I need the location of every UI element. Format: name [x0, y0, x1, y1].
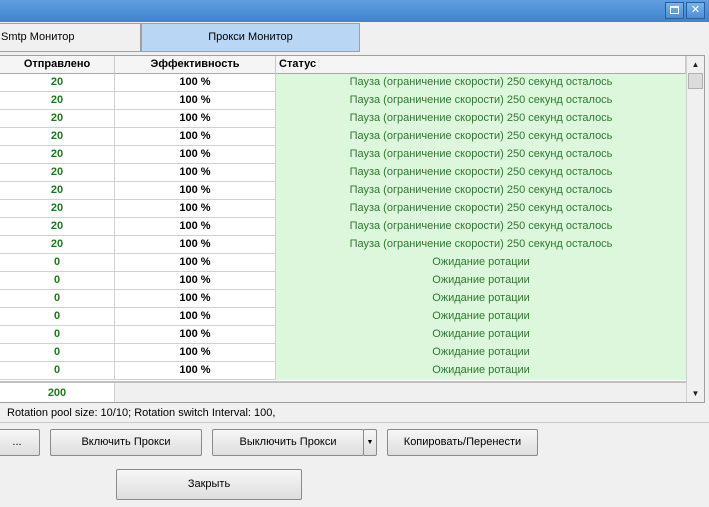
sent-cell: 20: [0, 182, 115, 200]
vertical-scrollbar[interactable]: ▲ ▼: [686, 56, 704, 402]
status-cell: Ожидание ротации: [276, 362, 686, 380]
table-row[interactable]: 0 100 % Ожидание ротации: [0, 344, 686, 362]
sent-cell: 20: [0, 74, 115, 92]
efficiency-cell: 100 %: [115, 110, 276, 128]
efficiency-cell: 100 %: [115, 290, 276, 308]
efficiency-cell: 100 %: [115, 362, 276, 380]
tab-bar: Smtp Монитор Прокси Монитор: [0, 22, 709, 54]
tab-proxy-monitor[interactable]: Прокси Монитор: [141, 23, 360, 52]
status-cell: Ожидание ротации: [276, 308, 686, 326]
disable-proxy-button[interactable]: Выключить Прокси: [212, 429, 364, 456]
table-row[interactable]: 20 100 % Пауза (ограничение скорости) 250 …: [0, 74, 686, 92]
table-row[interactable]: 20 100 % Пауза (ограничение скорости) 250 …: [0, 236, 686, 254]
sent-cell: 20: [0, 146, 115, 164]
table-row[interactable]: 0 100 % Ожидание ротации: [0, 308, 686, 326]
grid-rows: 20 100 % Пауза (ограничение скорости) 250 …: [0, 74, 686, 380]
dropdown-arrow-icon: ▼: [366, 439, 374, 446]
status-cell: Пауза (ограничение скорости) 250 секунд …: [276, 182, 686, 200]
table-row[interactable]: 20 100 % Пауза (ограничение скорости) 250 …: [0, 110, 686, 128]
sent-cell: 20: [0, 200, 115, 218]
sent-cell: 0: [0, 308, 115, 326]
status-cell: Пауза (ограничение скорости) 250 секунд …: [276, 200, 686, 218]
scroll-down-icon[interactable]: ▼: [687, 385, 704, 402]
tab-smtp-monitor[interactable]: Smtp Монитор: [0, 23, 141, 52]
status-cell: Пауза (ограничение скорости) 250 секунд …: [276, 218, 686, 236]
table-row[interactable]: 20 100 % Пауза (ограничение скорости) 250 …: [0, 146, 686, 164]
table-row[interactable]: 0 100 % Ожидание ротации: [0, 290, 686, 308]
scroll-thumb[interactable]: [688, 73, 703, 89]
sent-cell: 20: [0, 218, 115, 236]
efficiency-cell: 100 %: [115, 182, 276, 200]
efficiency-cell: 100 %: [115, 308, 276, 326]
sent-cell: 20: [0, 92, 115, 110]
close-icon: ✕: [690, 4, 701, 16]
divider: [0, 422, 709, 423]
status-cell: Пауза (ограничение скорости) 250 секунд …: [276, 164, 686, 182]
status-cell: Ожидание ротации: [276, 254, 686, 272]
column-header-sent[interactable]: Отправлено: [0, 56, 115, 74]
close-window-button[interactable]: ✕: [686, 2, 705, 19]
enable-proxy-button[interactable]: Включить Прокси: [50, 429, 202, 456]
total-sent: 200: [0, 383, 115, 402]
efficiency-cell: 100 %: [115, 326, 276, 344]
status-cell: Пауза (ограничение скорости) 250 секунд …: [276, 236, 686, 254]
efficiency-cell: 100 %: [115, 74, 276, 92]
table-row[interactable]: 20 100 % Пауза (ограничение скорости) 250 …: [0, 128, 686, 146]
efficiency-cell: 100 %: [115, 92, 276, 110]
status-cell: Пауза (ограничение скорости) 250 секунд …: [276, 92, 686, 110]
column-header-status[interactable]: Статус: [276, 56, 686, 74]
sent-cell: 20: [0, 128, 115, 146]
efficiency-cell: 100 %: [115, 236, 276, 254]
grid-footer: 200: [0, 381, 686, 402]
sent-cell: 0: [0, 254, 115, 272]
status-cell: Ожидание ротации: [276, 344, 686, 362]
maximize-button[interactable]: [665, 2, 684, 19]
sent-cell: 0: [0, 272, 115, 290]
efficiency-cell: 100 %: [115, 128, 276, 146]
proxy-grid[interactable]: Отправлено Эффективность Статус 20 100 % П…: [0, 55, 705, 403]
status-cell: Пауза (ограничение скорости) 250 секунд …: [276, 128, 686, 146]
status-cell: Ожидание ротации: [276, 272, 686, 290]
sent-cell: 20: [0, 110, 115, 128]
title-bar: ✕: [0, 0, 709, 22]
rotation-status: Rotation pool size: 10/10; Rotation swit…: [7, 407, 276, 419]
efficiency-cell: 100 %: [115, 200, 276, 218]
table-row[interactable]: 20 100 % Пауза (ограничение скорости) 250 …: [0, 182, 686, 200]
table-row[interactable]: 0 100 % Ожидание ротации: [0, 326, 686, 344]
sent-cell: 0: [0, 290, 115, 308]
status-cell: Ожидание ротации: [276, 326, 686, 344]
status-cell: Ожидание ротации: [276, 290, 686, 308]
status-cell: Пауза (ограничение скорости) 250 секунд …: [276, 146, 686, 164]
sent-cell: 20: [0, 236, 115, 254]
status-cell: Пауза (ограничение скорости) 250 секунд …: [276, 110, 686, 128]
table-row[interactable]: 0 100 % Ожидание ротации: [0, 272, 686, 290]
sent-cell: 20: [0, 164, 115, 182]
more-button[interactable]: ...: [0, 429, 40, 456]
status-cell: Пауза (ограничение скорости) 250 секунд …: [276, 74, 686, 92]
maximize-icon: [670, 6, 679, 14]
copy-move-button[interactable]: Копировать/Перенести: [387, 429, 538, 456]
sent-cell: 0: [0, 344, 115, 362]
efficiency-cell: 100 %: [115, 146, 276, 164]
table-row[interactable]: 20 100 % Пауза (ограничение скорости) 250 …: [0, 200, 686, 218]
table-row[interactable]: 20 100 % Пауза (ограничение скорости) 250 …: [0, 164, 686, 182]
efficiency-cell: 100 %: [115, 272, 276, 290]
sent-cell: 0: [0, 326, 115, 344]
efficiency-cell: 100 %: [115, 218, 276, 236]
scroll-up-icon[interactable]: ▲: [687, 56, 704, 73]
efficiency-cell: 100 %: [115, 254, 276, 272]
close-button[interactable]: Закрыть: [116, 469, 302, 500]
efficiency-cell: 100 %: [115, 164, 276, 182]
table-row[interactable]: 20 100 % Пауза (ограничение скорости) 250 …: [0, 218, 686, 236]
grid-header: Отправлено Эффективность Статус: [0, 56, 686, 74]
table-row[interactable]: 0 100 % Ожидание ротации: [0, 254, 686, 272]
sent-cell: 0: [0, 362, 115, 380]
table-row[interactable]: 20 100 % Пауза (ограничение скорости) 250 …: [0, 92, 686, 110]
table-row[interactable]: 0 100 % Ожидание ротации: [0, 362, 686, 380]
disable-proxy-dropdown[interactable]: ▼: [363, 429, 377, 456]
efficiency-cell: 100 %: [115, 344, 276, 362]
column-header-efficiency[interactable]: Эффективность: [115, 56, 276, 74]
